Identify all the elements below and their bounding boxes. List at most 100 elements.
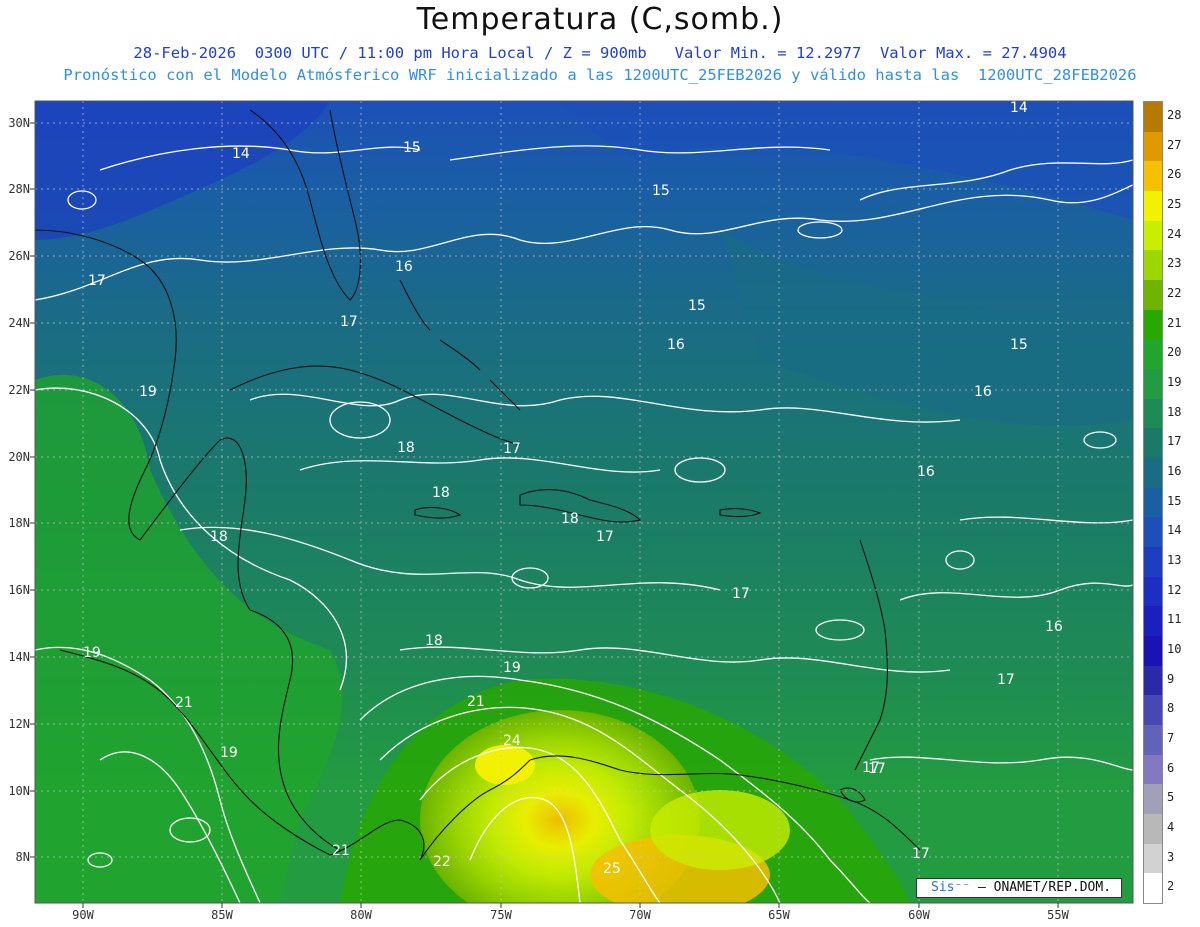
lon-label: 55W: [1047, 908, 1069, 922]
lat-label: 14N: [8, 650, 30, 664]
colorbar-segment: [1144, 814, 1162, 845]
colorbar-segment: [1144, 250, 1162, 281]
contour-label: 17: [88, 273, 106, 289]
colorbar-label: 25: [1167, 196, 1182, 211]
colorbar-label: 11: [1167, 612, 1182, 627]
colorbar-label: 15: [1167, 493, 1182, 508]
colorbar-segment: [1144, 191, 1162, 222]
contour-label: 15: [688, 298, 706, 314]
contour-label: 24: [503, 733, 521, 749]
lat-label: 8N: [15, 850, 30, 864]
contour-label: 18: [561, 511, 579, 527]
contour-label: 14: [1010, 100, 1028, 116]
contour-label: 25: [603, 861, 621, 877]
colorbar-segment: [1144, 309, 1162, 340]
contour-label: 21: [175, 695, 193, 711]
wave-icon: ⁻⁻: [954, 880, 971, 895]
contour-label: 22: [433, 854, 451, 870]
lon-label: 75W: [490, 908, 512, 922]
colorbar-segment: [1144, 517, 1162, 548]
contour-label: 17: [503, 441, 521, 457]
credit-box: Sis⁻⁻ – ONAMET/REP.DOM.: [916, 878, 1122, 898]
contour-label: 16: [1045, 619, 1063, 635]
lat-label: 26N: [8, 249, 30, 263]
lon-label: 65W: [768, 908, 790, 922]
contour-label: 17: [868, 761, 886, 777]
colorbar-label: 8: [1167, 701, 1175, 716]
colorbar-label: 28: [1167, 107, 1182, 122]
contour-label: 19: [220, 745, 238, 761]
contour-label: 19: [503, 660, 521, 676]
lat-label: 18N: [8, 516, 30, 530]
lon-label: 70W: [629, 908, 651, 922]
contour-label: 15: [652, 183, 670, 199]
colorbar-label: 2: [1167, 879, 1175, 894]
contour-label: 14: [232, 146, 250, 162]
colorbar-segment: [1144, 754, 1162, 785]
lon-label: 85W: [211, 908, 233, 922]
colorbar-segment: [1144, 220, 1162, 251]
colorbar-label: 3: [1167, 849, 1175, 864]
contour-label: 17: [340, 314, 358, 330]
lon-label: 60W: [908, 908, 930, 922]
contour-label: 16: [395, 259, 413, 275]
contour-label: 17: [997, 672, 1015, 688]
contour-label: 15: [403, 140, 421, 156]
lat-label: 10N: [8, 784, 30, 798]
colorbar-segment: [1144, 784, 1162, 815]
contour-label: 19: [139, 384, 157, 400]
colorbar-label: 4: [1167, 819, 1175, 834]
colorbar-segment: [1144, 665, 1162, 696]
contour-label: 17: [596, 529, 614, 545]
colorbar-segment: [1144, 606, 1162, 637]
colorbar-label: 21: [1167, 315, 1182, 330]
colorbar-label: 20: [1167, 345, 1182, 360]
lat-label: 30N: [8, 116, 30, 130]
colorbar-segment: [1144, 547, 1162, 578]
colorbar-segment: [1144, 339, 1162, 370]
lat-label: 28N: [8, 182, 30, 196]
lat-label: 24N: [8, 316, 30, 330]
colorbar-label: 22: [1167, 285, 1182, 300]
colorbar-segment: [1144, 280, 1162, 311]
contour-label: 17: [912, 846, 930, 862]
colorbar-label: 10: [1167, 641, 1182, 656]
colorbar-segment: [1144, 131, 1162, 162]
colorbar-segment: [1144, 102, 1162, 133]
contour-label: 21: [332, 843, 350, 859]
colorbar-label: 17: [1167, 434, 1182, 449]
lon-label: 90W: [72, 908, 94, 922]
colorbar-segment: [1144, 428, 1162, 459]
colorbar-segment: [1144, 369, 1162, 400]
credit-brand: Sis: [931, 880, 955, 895]
colorbar-label: 26: [1167, 167, 1182, 182]
hot-region-north: [475, 745, 535, 785]
contour-label: 18: [210, 529, 228, 545]
lon-label: 80W: [350, 908, 372, 922]
colorbar-label: 9: [1167, 671, 1175, 686]
colorbar-label: 18: [1167, 404, 1182, 419]
colorbar-label: 14: [1167, 523, 1182, 538]
credit-text: – ONAMET/REP.DOM.: [977, 880, 1112, 895]
contour-label: 18: [432, 485, 450, 501]
colorbar-label: 23: [1167, 256, 1182, 271]
lat-label: 12N: [8, 717, 30, 731]
contour-label: 15: [1010, 337, 1028, 353]
contour-label: 16: [667, 337, 685, 353]
contour-label: 16: [917, 464, 935, 480]
contour-label: 16: [974, 384, 992, 400]
contour-label: 19: [83, 645, 101, 661]
contour-label: 21: [467, 694, 485, 710]
lat-label: 22N: [8, 383, 30, 397]
colorbar-segment: [1144, 695, 1162, 726]
colorbar-label: 12: [1167, 582, 1182, 597]
colorbar-label: 5: [1167, 790, 1175, 805]
colorbar-segment: [1144, 398, 1162, 429]
colorbar-label: 19: [1167, 374, 1182, 389]
contour-label: 18: [397, 440, 415, 456]
colorbar-segment: [1144, 636, 1162, 667]
colorbar-segment: [1144, 161, 1162, 192]
colorbar-segment: [1144, 843, 1162, 874]
colorbar-segment: [1144, 458, 1162, 489]
temperature-map: 14 15 15 16 15 14 17 17 16 15 16 19 18 1…: [30, 100, 1134, 908]
